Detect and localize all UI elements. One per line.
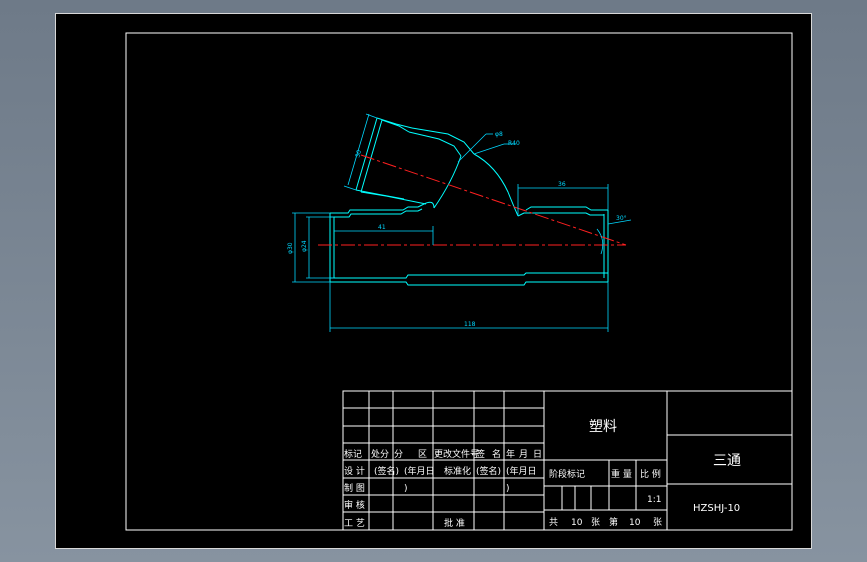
header-change-doc: 更改文件号: [434, 448, 479, 460]
sheets-total-label: 共: [549, 517, 558, 528]
std-sign: (签名): [476, 465, 501, 477]
dim-outer-dia: φ30: [287, 242, 294, 254]
stage-mark-label: 阶段标记: [549, 468, 585, 480]
header-sub: 分: [394, 449, 403, 460]
dim-branch-30: 30: [354, 149, 363, 159]
material: 塑料: [589, 419, 617, 435]
sheets-current: 10: [629, 518, 641, 528]
dimension-lines: [292, 113, 632, 332]
part-name: 三通: [713, 453, 741, 469]
header-zone: 区: [418, 449, 427, 460]
sheets-total: 10: [571, 518, 583, 528]
design-sign: (签名): [374, 465, 399, 477]
tee-part: [329, 117, 609, 286]
header-name: 名: [492, 448, 501, 460]
center-lines: [318, 154, 627, 246]
weight-label: 重 量: [611, 468, 632, 480]
header-year: 年: [506, 448, 515, 460]
sheets-unit: 张: [591, 517, 600, 528]
dim-36: 36: [558, 181, 566, 188]
header-sign: 签: [476, 448, 485, 460]
drawing-number: HZSHJ-10: [693, 503, 740, 514]
drafting-paren-2: ): [506, 484, 510, 494]
dim-angle: 30°: [616, 215, 627, 222]
dim-41: 41: [378, 224, 386, 231]
header-month: 月: [519, 449, 528, 460]
scale-value: 1:1: [647, 495, 661, 505]
standardization: 标准化: [444, 465, 471, 477]
dim-r40: R40: [508, 140, 520, 147]
sheets-current-label: 第: [609, 516, 618, 528]
process-label: 工 艺: [344, 518, 365, 529]
dim-inner-dia: φ24: [301, 240, 308, 252]
std-date: (年月日: [506, 465, 537, 477]
design-label: 设 计: [344, 465, 365, 477]
cad-drawing: 30 φ8 R40 36 30° φ30 φ24 41 118 塑料 三通 HZ…: [125, 32, 793, 531]
approve-label: 批 准: [444, 517, 465, 529]
header-division: 处分: [371, 448, 389, 460]
dimension-texts: 30 φ8 R40 36 30° φ30 φ24 41 118: [287, 131, 627, 328]
dim-118: 118: [464, 321, 476, 328]
header-mark: 标记: [344, 448, 362, 460]
review-label: 审 核: [344, 499, 365, 511]
sheets-current-unit: 张: [653, 517, 662, 528]
drafting-paren-1: ): [404, 484, 408, 494]
drawing-sheet: 30 φ8 R40 36 30° φ30 φ24 41 118 塑料 三通 HZ…: [55, 13, 812, 549]
dim-phi8: φ8: [495, 131, 503, 138]
scale-label: 比 例: [640, 468, 661, 480]
header-day: 日: [533, 449, 542, 460]
drafting-label: 制 图: [344, 482, 365, 494]
design-date: (年月日: [404, 465, 435, 477]
